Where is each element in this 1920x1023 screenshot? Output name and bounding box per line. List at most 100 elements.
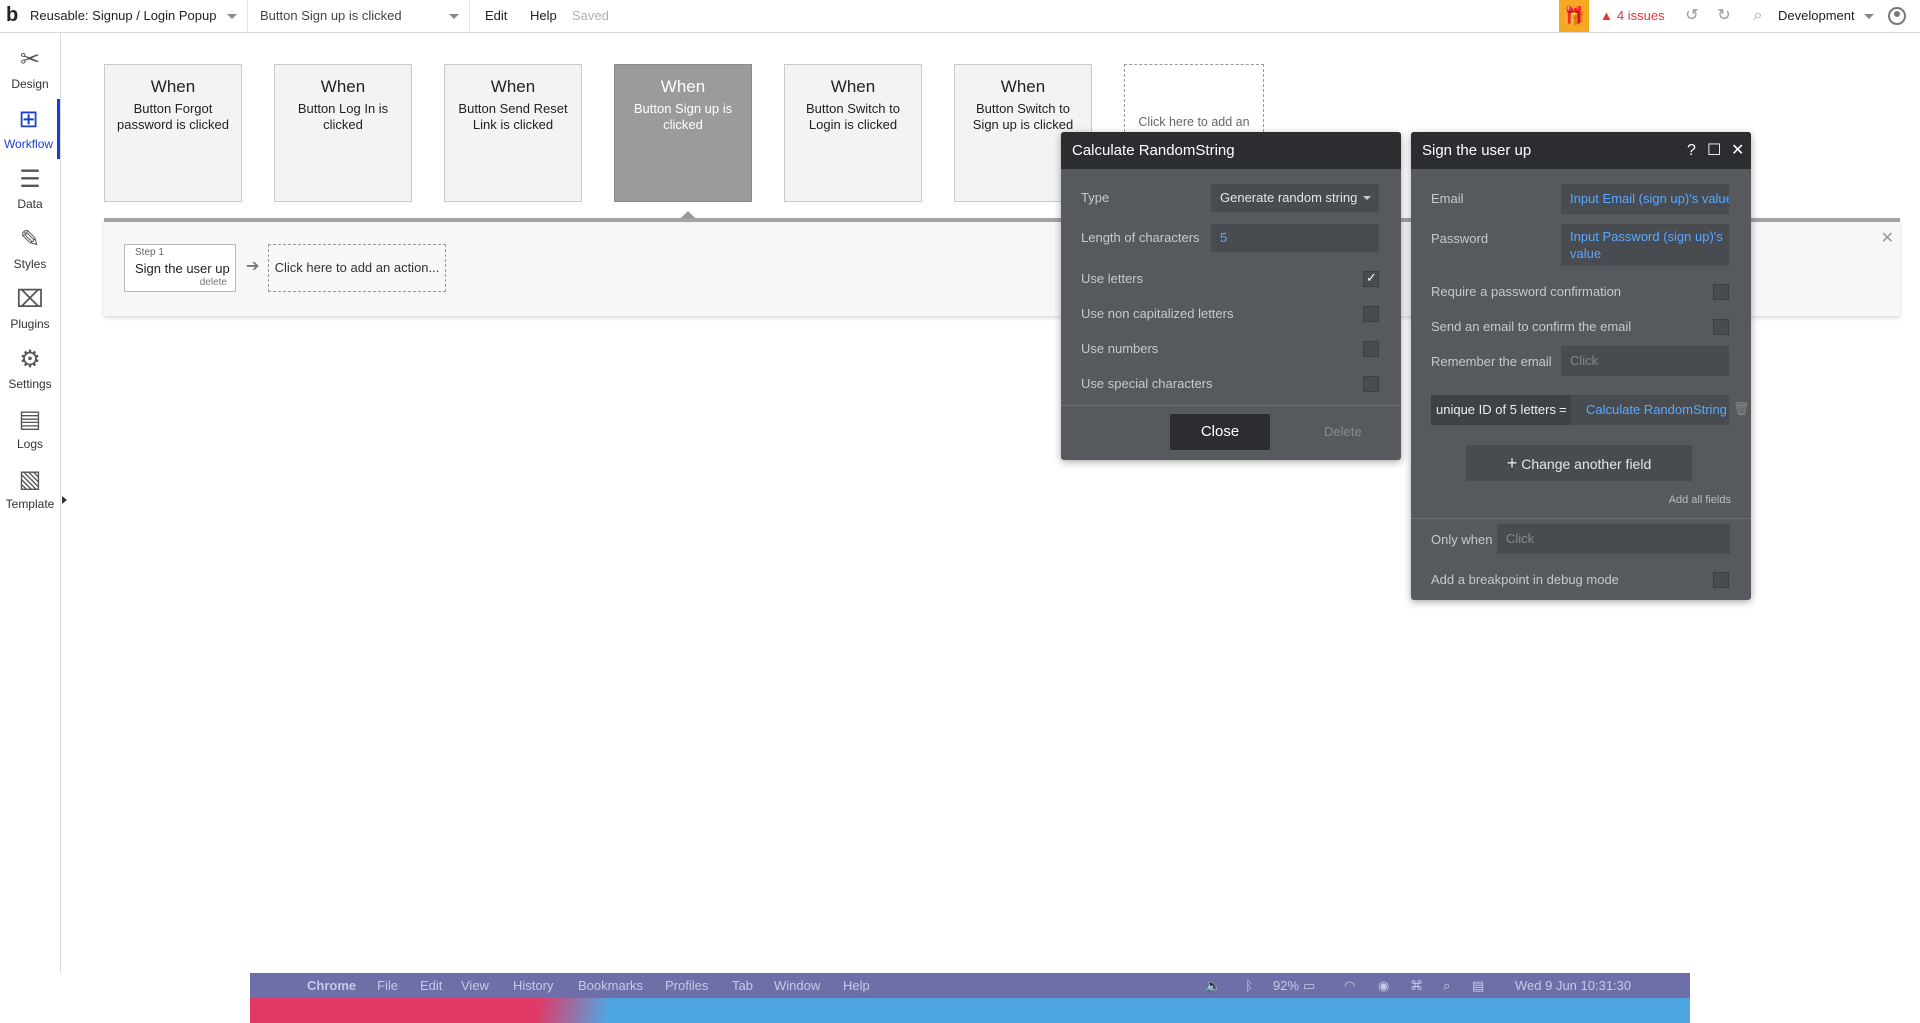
environment-selector[interactable]: Development [1778, 0, 1878, 32]
close-icon[interactable]: ✕ [1881, 228, 1894, 248]
database-icon: ☰ [19, 166, 41, 193]
design-icon: ✂ [19, 46, 41, 73]
sidebar-item-data[interactable]: ☰ Data [0, 159, 60, 219]
sidebar-expand-icon[interactable] [62, 496, 67, 504]
menu-help[interactable]: Help [843, 973, 870, 998]
field-value[interactable]: Calculate RandomString [1571, 395, 1729, 425]
password-field[interactable]: Input Password (sign up)'s value [1561, 224, 1729, 266]
sidebar-item-design[interactable]: ✂ Design [0, 39, 60, 99]
page-selector[interactable]: Reusable: Signup / Login Popup [24, 0, 248, 32]
use-numbers-checkbox[interactable] [1363, 341, 1379, 357]
menu-chrome[interactable]: Chrome [307, 973, 356, 998]
event-card[interactable]: When Button Forgot password is clicked [104, 64, 242, 202]
menu-view[interactable]: View [461, 973, 489, 998]
volume-icon[interactable]: 🔈 [1205, 973, 1221, 998]
close-icon[interactable]: ✕ [1731, 132, 1744, 169]
menu-profiles[interactable]: Profiles [665, 973, 708, 998]
only-when-label: Only when [1431, 532, 1493, 547]
event-card[interactable]: When Button Switch to Login is clicked [784, 64, 922, 202]
bluetooth-icon[interactable]: ᛒ [1245, 973, 1253, 998]
edit-menu[interactable]: Edit [485, 0, 507, 32]
event-when: When [490, 77, 536, 96]
control-center-icon[interactable]: ▤ [1472, 973, 1484, 998]
require-confirm-checkbox[interactable] [1713, 284, 1729, 300]
length-input[interactable]: 5 [1211, 224, 1379, 252]
only-when-field[interactable]: Click [1497, 524, 1730, 554]
issues-button[interactable]: ▲ 4 issues [1600, 0, 1665, 32]
datetime: Wed 9 Jun 10:31:30 [1515, 978, 1632, 993]
event-description: Button Switch to Login is clicked [806, 101, 900, 132]
help-menu[interactable]: Help [530, 0, 557, 32]
change-field-button[interactable]: + Change another field [1466, 445, 1692, 481]
environment-label: Development [1778, 8, 1855, 23]
sidebar-item-logs[interactable]: ▤ Logs [0, 399, 60, 459]
spotlight-icon[interactable]: ⌕ [1443, 973, 1450, 998]
trash-icon[interactable]: 🗑 [1733, 401, 1750, 417]
field-key[interactable]: unique ID of 5 letters [1431, 395, 1571, 425]
sidebar-item-plugins[interactable]: ⌧ Plugins [0, 279, 60, 339]
menu-history[interactable]: History [513, 973, 553, 998]
sidebar-item-label: Design [11, 77, 49, 91]
workflow-icon: ⊞ [18, 106, 39, 133]
use-special-checkbox[interactable] [1363, 376, 1379, 392]
step-card[interactable]: Step 1 Sign the user up delete [124, 244, 236, 292]
sidebar-item-workflow[interactable]: ⊞ Workflow [0, 99, 60, 159]
use-letters-checkbox[interactable] [1363, 270, 1379, 287]
workflow-selector[interactable]: Button Sign up is clicked [252, 0, 470, 32]
type-label: Type [1081, 190, 1110, 205]
panel-title: Calculate RandomString [1061, 132, 1401, 169]
menu-window[interactable]: Window [774, 973, 820, 998]
workflow-selector-label: Button Sign up is clicked [260, 8, 402, 23]
add-event-button[interactable]: Click here to add an [1124, 64, 1264, 132]
sidebar-item-template[interactable]: ▧ Template [0, 459, 60, 519]
account-avatar-icon[interactable] [1888, 7, 1906, 25]
event-card[interactable]: When Button Send Reset Link is clicked [444, 64, 582, 202]
send-email-checkbox[interactable] [1713, 319, 1729, 335]
saved-status: Saved [572, 8, 609, 23]
step-delete-link[interactable]: delete [200, 277, 227, 288]
sidebar-item-settings[interactable]: ⚙ Settings [0, 339, 60, 399]
delete-button[interactable]: Delete [1324, 424, 1362, 439]
sidebar-item-styles[interactable]: ✎ Styles [0, 219, 60, 279]
plugin-icon: ⌧ [16, 286, 44, 313]
macos-menubar: Chrome File Edit View History Bookmarks … [250, 973, 1690, 1023]
macos-menu: Chrome File Edit View History Bookmarks … [250, 973, 1690, 998]
event-card[interactable]: When Button Log In is clicked [274, 64, 412, 202]
require-confirm-label: Require a password confirmation [1431, 284, 1622, 299]
use-non-cap-checkbox[interactable] [1363, 306, 1379, 322]
remember-email-field[interactable]: Click [1561, 346, 1729, 376]
field-equals: = [1559, 402, 1567, 417]
menu-bookmarks[interactable]: Bookmarks [578, 973, 643, 998]
panel-title: Sign the user up ? ☐ ✕ [1411, 132, 1751, 169]
type-dropdown[interactable]: Generate random string [1211, 184, 1379, 212]
change-field-label: Change another field [1521, 456, 1652, 472]
keyboard-icon[interactable]: ⌘ [1410, 973, 1423, 998]
event-card-selected[interactable]: When Button Sign up is clicked [614, 64, 752, 202]
help-icon[interactable]: ? [1687, 132, 1696, 169]
close-button[interactable]: Close [1170, 414, 1270, 450]
user-icon[interactable]: ◉ [1378, 973, 1389, 998]
add-all-fields-link[interactable]: Add all fields [1669, 494, 1731, 506]
search-icon[interactable]: ⌕ [1746, 0, 1770, 32]
brush-icon: ✎ [19, 226, 41, 253]
type-value: Generate random string [1220, 190, 1358, 205]
comment-icon[interactable]: ☐ [1707, 132, 1721, 169]
wifi-icon[interactable]: ◠ [1344, 973, 1355, 998]
event-description: Button Send Reset Link is clicked [458, 101, 568, 132]
event-when: When [320, 77, 366, 96]
battery-icon[interactable]: ▭ [1303, 973, 1315, 998]
step-number: Step 1 [135, 247, 164, 258]
email-field[interactable]: Input Email (sign up)'s value [1561, 184, 1729, 214]
sidebar-item-label: Settings [8, 377, 52, 391]
menu-file[interactable]: File [377, 973, 398, 998]
divider [1061, 405, 1401, 406]
password-value-line1: Input Password (sign up)'s [1570, 229, 1723, 244]
menu-edit[interactable]: Edit [420, 973, 442, 998]
menu-tab[interactable]: Tab [732, 973, 753, 998]
add-action-button[interactable]: Click here to add an action... [268, 244, 446, 292]
bubble-logo[interactable]: b [6, 4, 18, 27]
undo-icon[interactable]: ↺ [1680, 0, 1704, 32]
redo-icon[interactable]: ↻ [1712, 0, 1736, 32]
breakpoint-checkbox[interactable] [1713, 572, 1729, 588]
gift-icon[interactable]: 🎁 [1559, 0, 1589, 32]
